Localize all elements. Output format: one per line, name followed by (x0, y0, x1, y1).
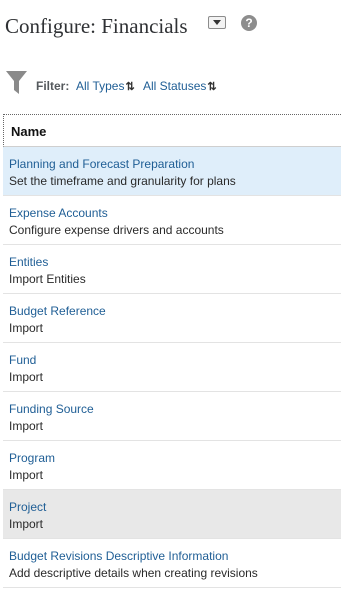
task-link[interactable]: Entities (9, 255, 48, 269)
table-body: Planning and Forecast Preparation Set the… (3, 147, 341, 588)
table-row[interactable]: Program Import (3, 441, 341, 490)
table-row[interactable]: Fund Import (3, 343, 341, 392)
funnel-icon[interactable] (5, 70, 29, 96)
table-row[interactable]: Funding Source Import (3, 392, 341, 441)
sort-icon: ⇅ (125, 81, 135, 93)
caret-down-icon (213, 20, 221, 25)
task-description: Import (9, 419, 44, 433)
table-row[interactable]: Entities Import Entities (3, 245, 341, 294)
task-link[interactable]: Project (9, 500, 46, 514)
table-row[interactable]: Expense Accounts Configure expense driver… (3, 196, 341, 245)
filter-types-link[interactable]: All Types⇅ (76, 79, 135, 93)
table-row[interactable]: Budget Reference Import (3, 294, 341, 343)
title-dropdown-button[interactable] (208, 16, 226, 29)
filter-statuses-link[interactable]: All Statuses⇅ (143, 79, 217, 93)
task-link[interactable]: Planning and Forecast Preparation (9, 157, 194, 171)
task-description: Import (9, 370, 44, 384)
table-row[interactable]: Planning and Forecast Preparation Set the… (3, 147, 341, 196)
task-link[interactable]: Funding Source (9, 402, 94, 416)
task-link[interactable]: Program (9, 451, 55, 465)
help-icon[interactable]: ? (241, 15, 257, 31)
filter-bar: Filter: All Types⇅ All Statuses⇅ (5, 70, 335, 96)
task-link[interactable]: Expense Accounts (9, 206, 108, 220)
column-header-name[interactable]: Name (11, 124, 46, 139)
filter-label: Filter: (36, 79, 70, 93)
table-row[interactable]: Budget Revisions Descriptive Information… (3, 539, 341, 588)
task-link[interactable]: Budget Revisions Descriptive Information (9, 549, 228, 563)
table-header: Name (3, 114, 341, 147)
task-description: Configure expense drivers and accounts (9, 223, 224, 237)
sort-icon: ⇅ (207, 81, 217, 93)
table-row[interactable]: Project Import (3, 490, 341, 539)
filter-statuses-label: All Statuses (143, 79, 207, 93)
task-description: Import (9, 468, 44, 482)
task-description: Add descriptive details when creating re… (9, 566, 258, 580)
task-description: Import (9, 321, 44, 335)
page-title: Configure: Financials (5, 14, 188, 38)
task-link[interactable]: Fund (9, 353, 36, 367)
page-header: Configure: Financials ? (5, 14, 335, 42)
task-description: Import (9, 517, 44, 531)
task-description: Set the timeframe and granularity for pl… (9, 174, 236, 188)
filter-types-label: All Types (76, 79, 125, 93)
configuration-table: Name Planning and Forecast Preparation Se… (3, 114, 341, 588)
task-link[interactable]: Budget Reference (9, 304, 106, 318)
task-description: Import Entities (9, 272, 86, 286)
